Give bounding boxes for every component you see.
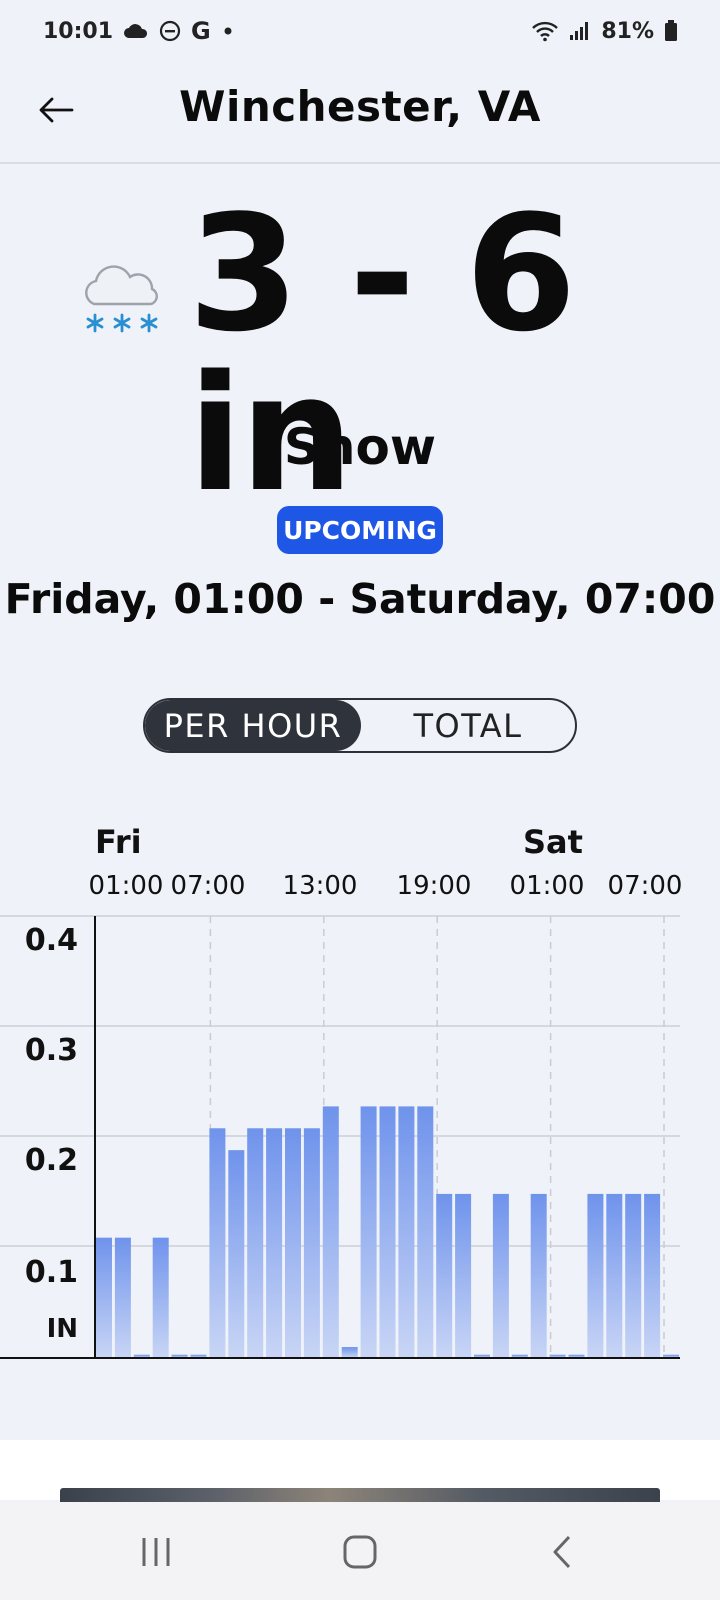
chart-bar — [455, 1193, 472, 1358]
x-tick-label: 07:00 — [608, 871, 683, 901]
y-tick-label: 0.1 — [25, 1255, 78, 1290]
recent-apps-button[interactable] — [134, 1530, 178, 1574]
hourly-snow-chart: 0.4 0.3 0.2 0.1 IN Fri Sat 01:00 07:00 13:00 19:00… — [0, 800, 720, 1370]
page-title: Winchester, VA — [179, 82, 541, 131]
y-tick-label: 0.2 — [25, 1143, 78, 1178]
chart-bar — [228, 1150, 245, 1358]
view-toggle: PER HOUR TOTAL — [143, 698, 577, 753]
chart-bar — [606, 1193, 623, 1358]
status-left: 10:01 G — [43, 17, 235, 45]
chart-bar — [530, 1193, 547, 1358]
chart-bar — [96, 1237, 112, 1358]
chart-bar — [625, 1193, 642, 1358]
back-icon — [553, 1535, 571, 1569]
home-icon — [343, 1535, 377, 1569]
x-tick-label: 19:00 — [397, 871, 472, 901]
chart-bar — [360, 1106, 377, 1358]
battery-percent: 81% — [601, 18, 654, 44]
chart-bar — [247, 1128, 264, 1358]
chart-bar — [644, 1193, 661, 1358]
x-tick-label: 01:00 — [89, 871, 164, 901]
day-label-sat: Sat — [523, 823, 583, 861]
status-bar: 10:01 G 81% — [0, 0, 720, 62]
day-label-fri: Fri — [95, 823, 142, 861]
y-tick-label: 0.3 — [25, 1033, 78, 1068]
snow-cloud-icon — [80, 260, 164, 340]
chart-bar — [209, 1128, 226, 1358]
chart-bar — [341, 1347, 358, 1358]
google-icon: G — [191, 17, 211, 45]
wifi-icon — [531, 20, 559, 42]
status-time: 10:01 — [43, 18, 114, 44]
x-tick-label: 07:00 — [171, 871, 246, 901]
chart-bar — [266, 1128, 283, 1358]
forecast-hero: 3 - 6 in — [0, 194, 720, 514]
status-badge: UPCOMING — [277, 506, 443, 554]
x-tick-label: 13:00 — [283, 871, 358, 901]
chart-bar — [322, 1106, 339, 1358]
system-nav-bar — [0, 1502, 720, 1600]
dot-icon — [221, 24, 235, 38]
do-not-disturb-icon — [159, 20, 181, 42]
app-header: Winchester, VA — [0, 62, 720, 164]
signal-icon — [569, 21, 591, 41]
chart-bar — [114, 1237, 131, 1358]
chart-bar — [436, 1193, 453, 1358]
chart-bar — [417, 1106, 434, 1358]
chart-bar — [587, 1193, 604, 1358]
per-hour-toggle[interactable]: PER HOUR — [145, 700, 361, 751]
chart-bar — [492, 1193, 509, 1358]
y-unit-label: IN — [47, 1314, 78, 1344]
forecast-timespan: Friday, 01:00 - Saturday, 07:00 — [4, 575, 716, 623]
chart-svg: 0.40.30.20.1INFri Sat01:00 07:00 13:00 19:00… — [0, 823, 683, 1359]
status-right: 81% — [531, 19, 678, 44]
chart-bar — [303, 1128, 320, 1358]
home-button[interactable] — [338, 1530, 382, 1574]
recent-apps-icon — [142, 1538, 170, 1566]
battery-icon — [664, 20, 678, 42]
chart-bar — [285, 1128, 301, 1358]
total-toggle[interactable]: TOTAL — [361, 700, 575, 751]
condition-label: Snow — [283, 418, 437, 476]
back-nav-button[interactable] — [540, 1530, 584, 1574]
x-tick-label: 01:00 — [510, 871, 585, 901]
cloud-icon — [123, 22, 149, 40]
chart-bar — [398, 1106, 415, 1358]
y-tick-label: 0.4 — [25, 923, 78, 958]
chart-bar — [379, 1106, 396, 1358]
chart-bar — [152, 1237, 169, 1358]
